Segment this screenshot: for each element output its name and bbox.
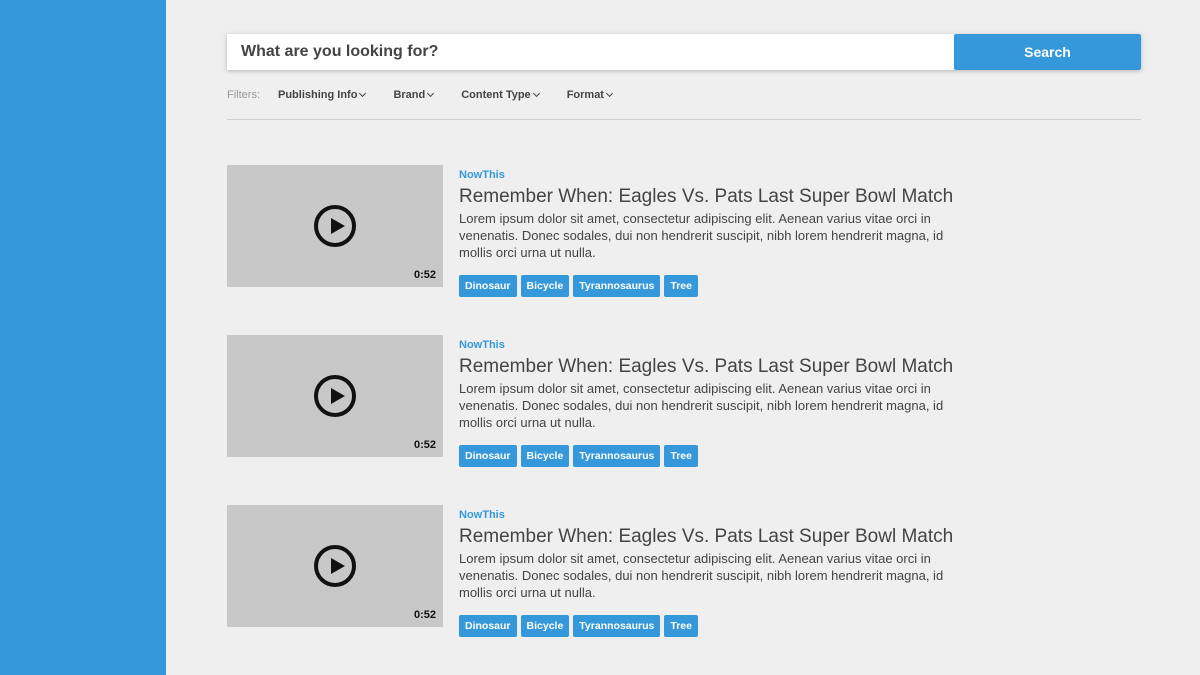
filter-brand[interactable]: Brand — [393, 89, 435, 101]
filter-label: Content Type — [461, 89, 531, 101]
play-icon[interactable] — [314, 205, 356, 247]
filter-publishing-info[interactable]: Publishing Info — [278, 89, 367, 101]
result-info: NowThis Remember When: Eagles Vs. Pats L… — [459, 338, 979, 467]
result-title[interactable]: Remember When: Eagles Vs. Pats Last Supe… — [459, 185, 979, 209]
chevron-down-icon — [605, 89, 614, 98]
tag-list: Dinosaur Bicycle Tyrannosaurus Tree — [459, 275, 979, 297]
sidebar — [0, 0, 166, 675]
video-thumbnail[interactable]: 0:52 — [227, 165, 443, 287]
filter-label: Brand — [393, 89, 426, 101]
tag[interactable]: Tyrannosaurus — [573, 615, 661, 637]
result-item: 0:52 NowThis Remember When: Eagles Vs. P… — [227, 335, 1141, 467]
video-thumbnail[interactable]: 0:52 — [227, 505, 443, 627]
video-duration: 0:52 — [413, 439, 436, 451]
filter-label: Publishing Info — [278, 89, 358, 101]
result-info: NowThis Remember When: Eagles Vs. Pats L… — [459, 168, 979, 297]
tag-list: Dinosaur Bicycle Tyrannosaurus Tree — [459, 445, 979, 467]
main-content: Search Filters: Publishing Info Brand Co… — [227, 0, 1141, 675]
filter-format[interactable]: Format — [566, 89, 614, 101]
tag[interactable]: Tyrannosaurus — [573, 445, 661, 467]
filter-label: Format — [566, 89, 604, 101]
tag[interactable]: Bicycle — [520, 615, 570, 637]
video-duration: 0:52 — [413, 609, 436, 621]
tag[interactable]: Bicycle — [520, 445, 570, 467]
result-description: Lorem ipsum dolor sit amet, consectetur … — [459, 211, 944, 260]
video-duration: 0:52 — [413, 269, 436, 281]
result-info: NowThis Remember When: Eagles Vs. Pats L… — [459, 508, 979, 637]
search-button[interactable]: Search — [954, 34, 1141, 70]
tag[interactable]: Dinosaur — [459, 615, 517, 637]
tag[interactable]: Dinosaur — [459, 275, 517, 297]
result-title[interactable]: Remember When: Eagles Vs. Pats Last Supe… — [459, 355, 979, 379]
play-icon[interactable] — [314, 375, 356, 417]
play-icon[interactable] — [314, 545, 356, 587]
tag[interactable]: Tyrannosaurus — [573, 275, 661, 297]
filters-bar: Filters: Publishing Info Brand Content T… — [227, 87, 640, 103]
search-bar: Search — [227, 34, 1141, 70]
result-title[interactable]: Remember When: Eagles Vs. Pats Last Supe… — [459, 525, 979, 549]
tag[interactable]: Dinosaur — [459, 445, 517, 467]
result-item: 0:52 NowThis Remember When: Eagles Vs. P… — [227, 505, 1141, 637]
result-item: 0:52 NowThis Remember When: Eagles Vs. P… — [227, 165, 1141, 297]
tag[interactable]: Tree — [664, 445, 698, 467]
result-description: Lorem ipsum dolor sit amet, consectetur … — [459, 551, 944, 600]
chevron-down-icon — [532, 89, 540, 98]
result-source[interactable]: NowThis — [459, 338, 979, 352]
tag[interactable]: Tree — [664, 615, 698, 637]
filters-label: Filters: — [227, 89, 260, 101]
tag-list: Dinosaur Bicycle Tyrannosaurus Tree — [459, 615, 979, 637]
chevron-down-icon — [359, 89, 367, 98]
tag[interactable]: Tree — [664, 275, 698, 297]
tag[interactable]: Bicycle — [520, 275, 570, 297]
result-source[interactable]: NowThis — [459, 508, 979, 522]
result-description: Lorem ipsum dolor sit amet, consectetur … — [459, 381, 944, 430]
filter-content-type[interactable]: Content Type — [461, 89, 540, 101]
search-input[interactable] — [227, 34, 954, 70]
chevron-down-icon — [427, 89, 435, 98]
video-thumbnail[interactable]: 0:52 — [227, 335, 443, 457]
divider — [227, 119, 1141, 120]
result-source[interactable]: NowThis — [459, 168, 979, 182]
